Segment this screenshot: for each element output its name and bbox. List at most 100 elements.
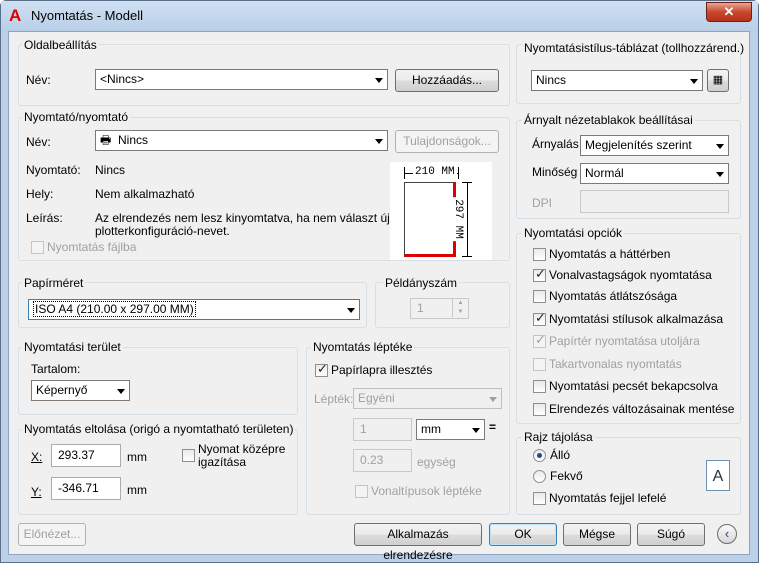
chevron-down-icon	[472, 428, 480, 433]
landscape-label: Fekvő	[550, 469, 583, 483]
dpi-input[interactable]	[580, 190, 729, 213]
width-text: 210 MM	[413, 166, 457, 178]
scale-value1-input[interactable]: 1	[353, 418, 412, 441]
printer-name-label: Név:	[26, 135, 51, 149]
paper-size-value: ISO A4 (210.00 x 297.00 MM)	[33, 301, 196, 317]
option-label-background: Nyomtatás a háttérben	[549, 247, 671, 261]
chevron-down-icon	[375, 78, 383, 83]
cancel-button[interactable]: Mégse	[563, 523, 631, 546]
ok-button[interactable]: OK	[489, 523, 557, 546]
chevron-down-icon	[716, 144, 724, 149]
chevron-down-icon	[489, 397, 497, 402]
option-label-plot-styles: Nyomtatási stílusok alkalmazása	[549, 312, 724, 326]
offset-y-input[interactable]: -346.71	[51, 477, 121, 500]
plot-style-value: Nincs	[536, 73, 567, 87]
center-plot-checkbox[interactable]	[182, 449, 195, 462]
width-dimension: 210 MM	[404, 166, 459, 179]
plot-scale-label: Nyomtatás léptéke	[311, 340, 415, 354]
description-line-2: plotterkonfiguráció-nevet.	[95, 224, 230, 238]
paper-size-label: Papírméret	[22, 276, 86, 290]
scale-value2-input[interactable]: 0.23	[353, 449, 412, 472]
plot-options-label: Nyomtatási opciók	[522, 226, 625, 240]
option-checkbox-save-changes[interactable]	[533, 403, 546, 416]
copies-spinner[interactable]: 1 ▲ ▼	[410, 298, 469, 319]
portrait-label: Álló	[550, 448, 571, 462]
shade-plot-value: Megjelenítés szerint	[585, 138, 692, 152]
quality-label: Minőség	[532, 165, 578, 179]
add-page-setup-button[interactable]: Hozzáadás...	[395, 69, 499, 92]
help-button[interactable]: Súgó	[637, 523, 705, 546]
landscape-radio[interactable]	[533, 470, 546, 483]
what-to-plot-label: Tartalom:	[31, 362, 81, 376]
collapse-chevron-left-icon[interactable]: ‹	[717, 524, 737, 544]
scale-lineweights-label: Vonaltípusok léptéke	[371, 484, 482, 498]
upside-down-label: Nyomtatás fejjel lefelé	[549, 491, 667, 505]
scale-lineweights-checkbox[interactable]	[355, 485, 368, 498]
what-to-plot-combo[interactable]: Képernyő	[31, 380, 130, 401]
plot-style-combo[interactable]: Nincs	[531, 70, 703, 91]
height-dimension: 297 MM	[451, 182, 472, 257]
print-to-file-checkbox[interactable]	[31, 241, 44, 254]
print-to-file-label: Nyomtatás fájlba	[47, 240, 137, 254]
upside-down-checkbox[interactable]	[533, 492, 546, 505]
plot-options-group	[516, 233, 741, 424]
edit-table-icon: ▦	[712, 74, 724, 86]
option-label-paperspace-last: Papírtér nyomtatása utoljára	[549, 334, 700, 348]
scale-value: Egyéni	[358, 391, 395, 405]
spin-down-icon[interactable]: ▼	[452, 308, 468, 317]
orientation-label: Rajz tájolása	[522, 430, 595, 444]
option-checkbox-plot-stamp[interactable]	[533, 380, 546, 393]
title-bar[interactable]: A Nyomtatás - Modell ✕	[1, 1, 758, 31]
window-title: Nyomtatás - Modell	[31, 8, 143, 23]
plotter-value: Nincs	[95, 163, 126, 177]
edit-plot-style-button[interactable]: ▦	[707, 69, 729, 92]
quality-combo[interactable]: Normál	[580, 163, 729, 184]
option-label-plot-stamp: Nyomtatási pecsét bekapcsolva	[549, 379, 718, 393]
option-checkbox-transparency[interactable]	[533, 290, 546, 303]
chevron-down-icon	[347, 308, 355, 313]
fit-to-paper-label: Papírlapra illesztés	[331, 363, 433, 377]
paper-preview: 210 MM 297 MM	[390, 162, 492, 260]
plotter-label: Nyomtató:	[26, 163, 81, 177]
portrait-radio[interactable]	[533, 449, 546, 462]
option-checkbox-hide-objects[interactable]	[533, 358, 546, 371]
page-setup-label: Oldalbeállítás	[22, 38, 99, 52]
option-checkbox-paperspace-last[interactable]	[533, 333, 546, 348]
close-button[interactable]: ✕	[706, 2, 752, 22]
center-plot-line-2: igazítása	[198, 455, 247, 469]
apply-to-layout-button[interactable]: Alkalmazás elrendezésre	[354, 523, 482, 562]
preview-button[interactable]: Előnézet...	[18, 523, 86, 546]
option-label-save-changes: Elrendezés változásainak mentése	[549, 402, 735, 416]
spin-up-icon[interactable]: ▲	[452, 299, 468, 308]
shade-plot-combo[interactable]: Megjelenítés szerint	[580, 135, 729, 156]
option-checkbox-lineweights[interactable]	[533, 267, 546, 282]
scale-unit-combo[interactable]: mm	[416, 419, 485, 440]
offset-y-label: Y:	[31, 485, 42, 499]
fit-to-paper-checkbox[interactable]	[315, 362, 328, 377]
equals-sign: =	[489, 420, 497, 434]
option-checkbox-plot-styles[interactable]	[533, 311, 546, 326]
where-value: Nem alkalmazható	[95, 187, 195, 201]
option-label-transparency: Nyomtatás átlátszósága	[549, 289, 678, 303]
autocad-logo-icon: A	[9, 6, 22, 25]
chevron-down-icon	[716, 172, 724, 177]
offset-x-input[interactable]: 293.37	[51, 444, 121, 467]
dialog-body: Oldalbeállítás Név: <Nincs> Hozzáadás...…	[8, 31, 750, 562]
quality-value: Normál	[585, 166, 624, 180]
paper-sheet	[404, 182, 456, 257]
option-label-lineweights: Vonalvastagságok nyomtatása	[549, 268, 712, 282]
chevron-down-icon	[690, 79, 698, 84]
printer-name-combo[interactable]: 🖶 Nincs	[95, 130, 388, 151]
printer-properties-button[interactable]: Tulajdonságok...	[395, 130, 499, 153]
paper-size-combo[interactable]: ISO A4 (210.00 x 297.00 MM)	[28, 299, 360, 320]
page-setup-name-combo[interactable]: <Nincs>	[95, 69, 388, 90]
scale-combo[interactable]: Egyéni	[353, 388, 502, 409]
option-checkbox-background[interactable]	[533, 248, 546, 261]
portrait-page-icon: A	[706, 460, 730, 491]
description-line-1: Az elrendezés nem lesz kinyomtatva, ha n…	[95, 211, 390, 225]
chevron-down-icon	[375, 139, 383, 144]
dpi-label: DPI	[532, 196, 553, 210]
copies-value: 1	[417, 301, 424, 315]
scale-unit2-label: egység	[417, 455, 456, 469]
plot-area-label: Nyomtatási terület	[22, 340, 123, 354]
